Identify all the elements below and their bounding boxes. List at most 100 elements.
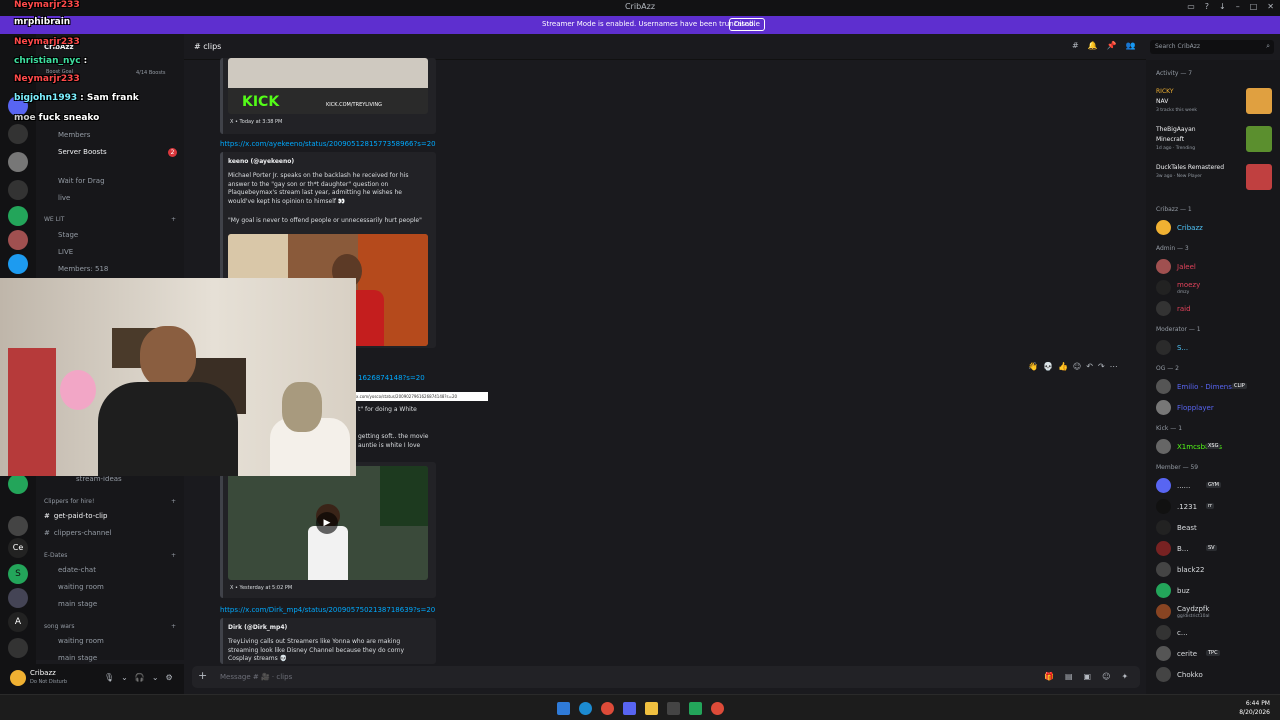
channel-server-boosts[interactable]: Server Boosts: [58, 148, 107, 156]
edge-icon[interactable]: [579, 702, 592, 715]
channel-live[interactable]: live: [58, 194, 70, 202]
system-clock[interactable]: 6:44 PM 8/20/2026: [1239, 699, 1270, 717]
disable-streamer-mode-button[interactable]: Disable: [729, 18, 765, 31]
emoji-icon[interactable]: ☺: [1102, 672, 1110, 681]
member-item[interactable]: Emilio - Dimension CLIP: [1156, 377, 1278, 395]
help-icon[interactable]: ?: [1205, 2, 1209, 11]
maximize-icon[interactable]: □: [1250, 2, 1258, 11]
gift-icon[interactable]: 🎁: [1044, 672, 1054, 681]
server-icon[interactable]: [8, 206, 28, 226]
member-item[interactable]: ...... GYM: [1156, 476, 1278, 494]
category-we-lit[interactable]: WE LIT +: [44, 216, 176, 223]
member-item[interactable]: c...: [1156, 623, 1278, 641]
activity-card[interactable]: DuckTales Remastered 3w ago · New Player: [1156, 164, 1280, 194]
server-icon-ce[interactable]: Ce: [8, 538, 28, 558]
chevron-down-icon[interactable]: ⌄: [152, 673, 159, 682]
folder-icon[interactable]: [645, 702, 658, 715]
chrome-icon[interactable]: [711, 702, 724, 715]
server-icon[interactable]: [8, 638, 28, 658]
more-icon[interactable]: ⋯: [1110, 362, 1118, 371]
member-item[interactable]: Chokko: [1156, 665, 1278, 683]
reaction-icon[interactable]: 👋: [1028, 362, 1038, 371]
pin-icon[interactable]: 📌: [1107, 41, 1117, 50]
discord-icon[interactable]: [623, 702, 636, 715]
apps-icon[interactable]: ✦: [1121, 672, 1128, 681]
microphone-icon[interactable]: 🎙: [104, 673, 114, 682]
add-channel-icon[interactable]: +: [171, 498, 176, 505]
activity-card[interactable]: RICKY NAV 3 tracks this week: [1156, 88, 1280, 118]
channel-stream-ideas[interactable]: stream-ideas: [76, 475, 122, 483]
member-item[interactable]: .1231 rr: [1156, 497, 1278, 515]
member-item[interactable]: cerite TPC: [1156, 644, 1278, 662]
member-item[interactable]: Flopplayer: [1156, 398, 1278, 416]
tweet-link[interactable]: https://x.com/ayekeeno/status/2009051281…: [220, 140, 436, 148]
sticker-icon[interactable]: ▣: [1084, 672, 1092, 681]
add-channel-icon[interactable]: +: [171, 216, 176, 223]
channel-members[interactable]: Members: [58, 131, 90, 139]
headphones-icon[interactable]: 🎧: [135, 673, 145, 682]
close-icon[interactable]: ✕: [1267, 2, 1274, 11]
member-item[interactable]: Caydzpfk gg/district10al: [1156, 602, 1278, 620]
embed-author[interactable]: keeno (@ayekeeno): [228, 158, 294, 165]
channel-main-stage[interactable]: main stage: [58, 600, 97, 608]
category-clippers[interactable]: Clippers for hire! +: [44, 498, 176, 505]
gif-icon[interactable]: ▤: [1065, 672, 1073, 681]
app-icon[interactable]: [689, 702, 702, 715]
reaction-icon[interactable]: 👍: [1058, 362, 1068, 371]
activity-card[interactable]: TheBigAayan Minecraft 1d ago · Trending: [1156, 126, 1280, 156]
chevron-down-icon[interactable]: ⌄: [121, 673, 128, 682]
tweet-link[interactable]: https://x.com/Dirk_mp4/status/2009057502…: [220, 606, 435, 614]
add-reaction-icon[interactable]: ☺: [1073, 362, 1081, 371]
category-edates[interactable]: E-Dates +: [44, 552, 176, 559]
avatar[interactable]: [10, 670, 26, 686]
inbox-icon[interactable]: ▭: [1187, 2, 1195, 11]
app-icon[interactable]: [667, 702, 680, 715]
member-item[interactable]: B... SV: [1156, 539, 1278, 557]
server-icon[interactable]: [8, 474, 28, 494]
member-item[interactable]: S...: [1156, 338, 1278, 356]
embed-author[interactable]: Dirk (@Dirk_mp4): [228, 624, 287, 631]
attach-plus-icon[interactable]: +: [198, 669, 207, 682]
channel-waiting-room-2[interactable]: waiting room: [58, 637, 104, 645]
add-channel-icon[interactable]: +: [171, 623, 176, 630]
reaction-icon[interactable]: 💀: [1043, 362, 1053, 371]
video-thumbnail[interactable]: ▶: [228, 466, 428, 580]
channel-live-voice[interactable]: LIVE: [58, 248, 73, 256]
channel-wait-for-drag[interactable]: Wait for Drag: [58, 177, 105, 185]
search-input[interactable]: Search CribAzz ⌕: [1150, 40, 1274, 54]
forward-icon[interactable]: ↷: [1098, 362, 1105, 371]
server-icon-s[interactable]: S: [8, 564, 28, 584]
download-icon[interactable]: ↓: [1219, 2, 1226, 11]
member-item[interactable]: buz: [1156, 581, 1278, 599]
category-song-wars[interactable]: song wars +: [44, 623, 176, 630]
member-item[interactable]: Jaleel: [1156, 257, 1278, 275]
server-icon[interactable]: [8, 588, 28, 608]
tweet-link[interactable]: 1626874148?s=20: [358, 374, 425, 382]
channel-main-stage-2[interactable]: main stage: [58, 654, 97, 662]
member-item[interactable]: Cribazz: [1156, 218, 1278, 236]
server-icon[interactable]: [8, 180, 28, 200]
server-icon[interactable]: [8, 152, 28, 172]
start-icon[interactable]: [557, 702, 570, 715]
twitter-server-icon[interactable]: [8, 254, 28, 274]
channel-edate-chat[interactable]: edate-chat: [58, 566, 96, 574]
member-item[interactable]: moezy dmzy: [1156, 278, 1278, 296]
member-item[interactable]: Beast: [1156, 518, 1278, 536]
member-item[interactable]: black22: [1156, 560, 1278, 578]
add-channel-icon[interactable]: +: [171, 552, 176, 559]
server-icon[interactable]: [8, 516, 28, 536]
reply-icon[interactable]: ↶: [1086, 362, 1093, 371]
channel-waiting-room[interactable]: waiting room: [58, 583, 104, 591]
channel-members-count[interactable]: Members: 518: [58, 265, 108, 273]
channel-get-paid-to-clip[interactable]: # get-paid-to-clip: [44, 512, 107, 520]
message-input[interactable]: Message # 🎥 · clips: [220, 673, 292, 681]
channel-stage[interactable]: Stage: [58, 231, 78, 239]
member-item[interactable]: raid: [1156, 299, 1278, 317]
server-icon[interactable]: [8, 230, 28, 250]
threads-icon[interactable]: #: [1072, 41, 1079, 50]
notification-bell-icon[interactable]: 🔔: [1088, 41, 1098, 50]
gear-icon[interactable]: ⚙: [166, 673, 173, 682]
video-thumbnail[interactable]: KICK KICK.COM/TREYLIVING: [228, 58, 428, 114]
channel-clippers-channel[interactable]: # clippers-channel: [44, 529, 112, 537]
minimize-icon[interactable]: –: [1236, 2, 1240, 11]
